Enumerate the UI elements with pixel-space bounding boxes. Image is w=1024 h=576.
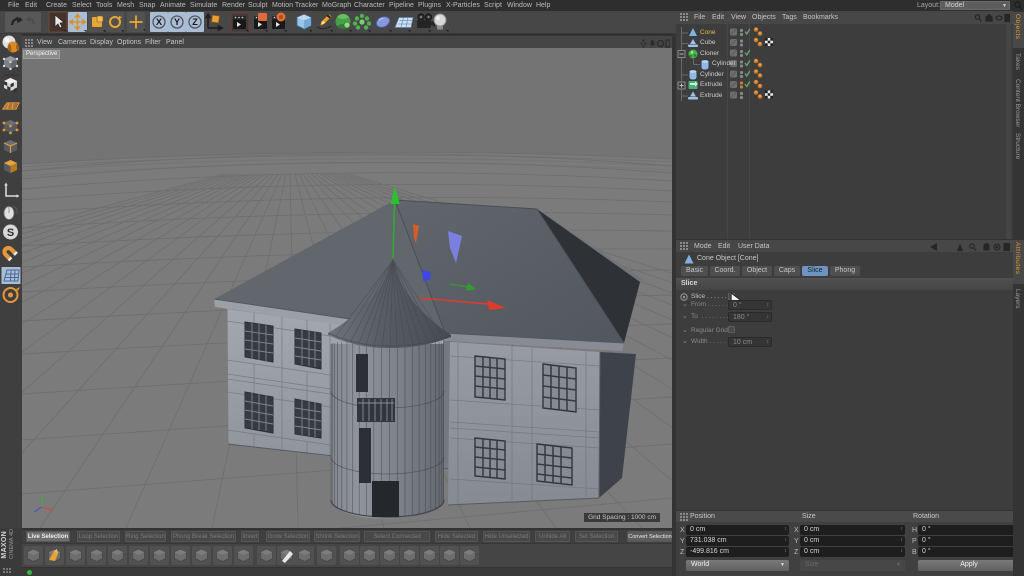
svg-text:Y: Y [174,17,180,27]
svg-text:Z: Z [192,17,198,27]
svg-text:S: S [7,227,14,239]
svg-text:X: X [156,17,162,27]
